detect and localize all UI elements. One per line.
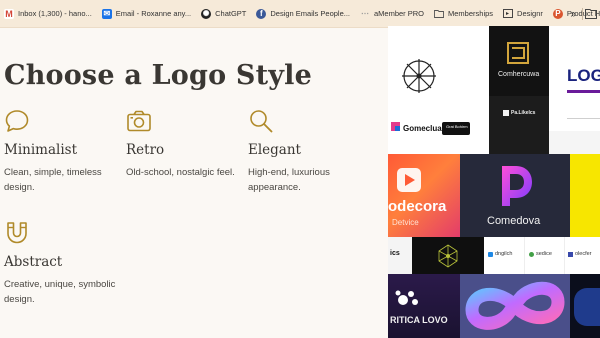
logo-tile-odecora[interactable]: odecora Detvice [388,154,460,237]
camera-icon [127,110,151,132]
style-name: Retro [126,142,165,158]
bookmark-memberships[interactable]: Memberships [434,0,493,28]
speech-bubble-icon [5,110,29,132]
brand-odecora: odecora [388,198,447,215]
logo-tile-yellow-strip[interactable] [549,131,600,154]
brand-logo: LOG [567,66,600,85]
bookmark-chatgpt[interactable]: ✺ ChatGPT [201,0,246,28]
brand-comhercuwa: Comhercuwa [498,71,540,78]
magnifier-icon [250,110,273,133]
bookmark-label: Memberships [448,9,494,18]
outlook-icon: ✉ [101,8,112,19]
brand-palikets: Pa.Likelcs [511,110,536,116]
bookmarks-bar: M Inbox (1,300) - hano... ✉ Email - Roxa… [0,0,600,28]
bookmark-label: Design Emails People... [270,9,350,18]
gmail-icon: M [4,8,14,19]
style-name: Minimalist [4,142,77,158]
brand-gomeclua: Gomeclua [403,124,442,133]
style-description: Old-school, nostalgic feel. [126,167,235,178]
logo-tile-sedice[interactable]: sedice [524,237,564,274]
brand-dngilch: dngilch [495,251,513,257]
brand-ritica: RITICA LOVO [390,315,448,325]
logo-tile-infinity[interactable] [460,274,570,338]
bookmark-label: Inbox (1,300) - hano... [18,9,92,18]
bookmark-designr[interactable]: Designr [503,0,543,28]
logo-tile-yellow[interactable] [570,154,600,237]
style-option-retro[interactable]: Retro Old-school, nostalgic feel. [126,108,244,180]
brand-badge: Grat Bohirm [446,124,468,129]
logo-tile-logo[interactable]: LOG [549,26,600,131]
bookmarks-divider [582,8,583,20]
folder-icon [434,9,444,19]
style-name: Abstract [4,254,63,270]
logo-tile-compass[interactable]: Gomeclua Grat Bohirm [388,26,489,154]
style-option-abstract[interactable]: Abstract Creative, unique, symbolic desi… [4,220,122,307]
amember-icon: ⋯ [361,9,369,18]
bookmark-label: ChatGPT [215,9,247,18]
paw-logo-icon [395,290,418,305]
brand-odecora-sub: Detvice [392,218,419,227]
bookmark-gmail[interactable]: M Inbox (1,300) - hano... [4,0,92,28]
page-title: Choose a Logo Style [4,60,312,91]
logo-tile-ics[interactable]: ics [388,237,412,274]
brand-olecfer: olecfer [575,251,592,257]
style-description: Clean, simple, timeless design. [4,167,102,193]
designr-icon [503,9,513,19]
bookmarks-overflow-button[interactable]: » [570,0,576,28]
logo-tile-olecfer[interactable]: olecfer [564,237,600,274]
bookmark-label: Designr [517,9,543,18]
bookmark-amember[interactable]: ⋯ aMember PRO [360,0,424,28]
logo-tile-dngilch[interactable]: dngilch [484,237,524,274]
style-description: Creative, unique, symbolic design. [4,279,116,305]
chatgpt-icon: ✺ [201,8,212,19]
style-name: Elegant [248,142,301,158]
logo-tile-comedova[interactable]: Comedova [460,154,570,237]
bookmark-outlook[interactable]: ✉ Email - Roxanne any... [101,0,192,28]
brand-comedova: Comedova [487,215,541,227]
logo-tile-dark[interactable] [570,274,600,338]
style-option-elegant[interactable]: Elegant High-end, luxurious appearance. [248,108,366,195]
logo-tile-ritica[interactable]: RITICA LOVO [388,274,460,338]
brand-ics: ics [390,250,400,257]
all-bookmarks-folder-icon[interactable] [585,8,597,19]
logo-gallery: Gomeclua Grat Bohirm Comhercuwa Pa.Likel… [388,26,600,338]
logo-tile-comhercuwa[interactable]: Comhercuwa Pa.Likelcs [489,26,549,154]
logo-tile-network[interactable] [412,237,484,274]
producthunt-icon: P [552,8,563,19]
compass-logo-icon [391,59,470,135]
magnet-icon [7,222,27,244]
bookmark-design-emails[interactable]: f Design Emails People... [256,0,350,28]
facebook-icon: f [256,8,267,19]
style-option-minimalist[interactable]: Minimalist Clean, simple, timeless desig… [4,108,122,195]
infinity-3d-logo-icon [465,281,565,330]
network-logo-icon [438,244,458,268]
style-description: High-end, luxurious appearance. [248,167,330,193]
bookmark-label: aMember PRO [374,9,425,18]
bookmark-label: Email - Roxanne any... [115,9,192,18]
brand-sedice: sedice [536,251,552,257]
